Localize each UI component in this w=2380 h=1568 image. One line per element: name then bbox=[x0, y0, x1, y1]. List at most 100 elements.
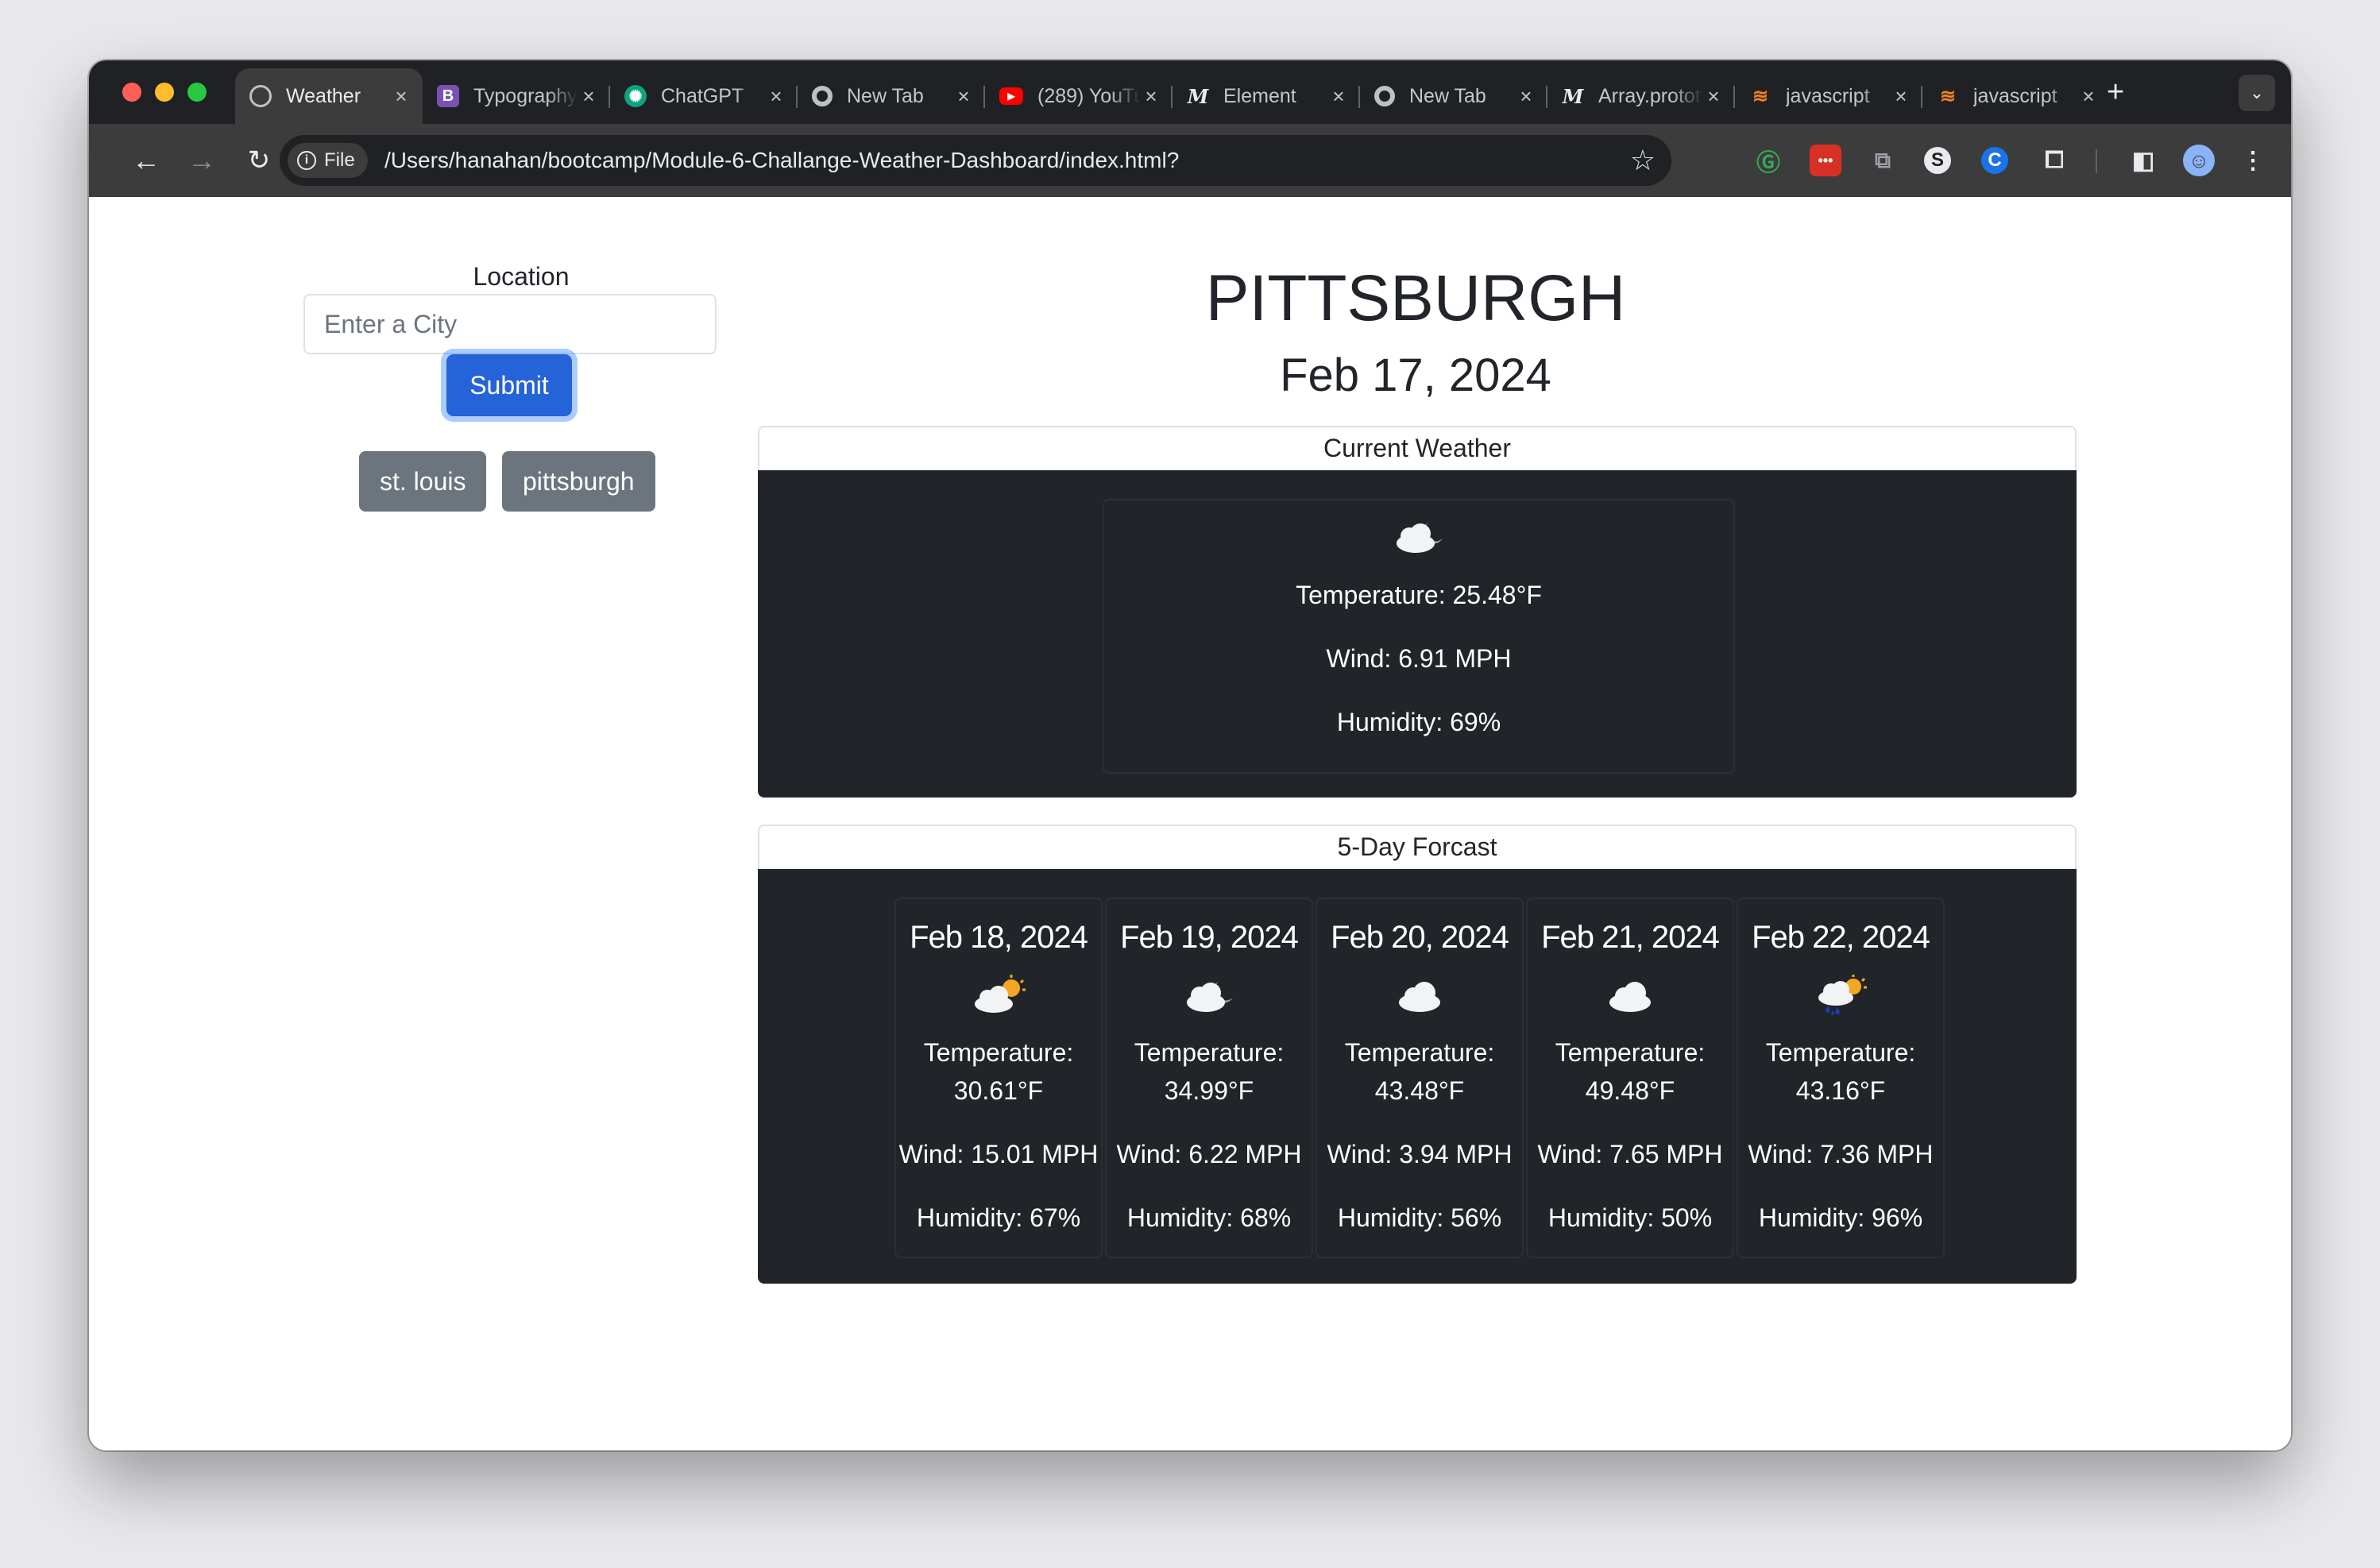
bookmark-star-icon[interactable]: ☆ bbox=[1630, 135, 1656, 186]
close-icon[interactable]: × bbox=[1703, 84, 1724, 109]
location-label: Location bbox=[473, 262, 570, 291]
new-tab-button[interactable]: + bbox=[2107, 77, 2124, 107]
close-icon[interactable]: × bbox=[578, 84, 599, 109]
tab-label: New Tab bbox=[847, 84, 924, 107]
current-temperature: Temperature: 25.48°F bbox=[1296, 581, 1542, 609]
forecast-wind: Wind: 7.36 MPH bbox=[1748, 1140, 1934, 1168]
forecast-humidity: Humidity: 96% bbox=[1758, 1203, 1923, 1232]
tab-strip: Weather × B Typography × ✺ ChatGPT × New… bbox=[89, 60, 2291, 124]
tab-weather[interactable]: Weather × bbox=[235, 68, 423, 124]
tab-label: Typography bbox=[473, 84, 578, 107]
copy-extension-icon[interactable]: ⧉ bbox=[1867, 145, 1899, 176]
tab-label: Array.prototype bbox=[1598, 84, 1703, 107]
tab-new-tab-2[interactable]: New Tab × bbox=[1360, 68, 1547, 124]
s-extension-icon[interactable]: S bbox=[1924, 147, 1951, 174]
tab-javascript[interactable]: ≋ javascript × bbox=[1735, 68, 1922, 124]
c-extension-icon[interactable]: C bbox=[1981, 147, 2008, 174]
forecast-temperature: 43.48°F bbox=[1374, 1076, 1465, 1105]
history-button-pittsburgh[interactable]: pittsburgh bbox=[502, 451, 655, 512]
mdn-icon: M bbox=[1187, 84, 1209, 108]
forecast-date: Feb 19, 2024 bbox=[1120, 920, 1299, 955]
site-info-label: File bbox=[324, 149, 355, 171]
current-weather-header: Current Weather bbox=[758, 426, 2077, 470]
close-icon[interactable]: × bbox=[1516, 84, 1536, 109]
tab-label: Weather bbox=[286, 84, 361, 107]
site-info-chip[interactable]: i File bbox=[288, 143, 368, 178]
tab-javascript-2[interactable]: ≋ javascript × bbox=[1922, 68, 2110, 124]
forecast-card: Feb 21, 2024 Temperature: 49.48°F Wind: … bbox=[1526, 898, 1734, 1258]
close-icon[interactable]: × bbox=[2078, 84, 2099, 109]
lastpass-icon[interactable]: ••• bbox=[1810, 145, 1841, 176]
globe-icon bbox=[249, 85, 272, 107]
close-icon[interactable]: × bbox=[1328, 84, 1349, 109]
cloud-icon bbox=[1609, 982, 1651, 1012]
tab-element[interactable]: M Element × bbox=[1173, 68, 1360, 124]
current-wind: Wind: 6.91 MPH bbox=[1326, 644, 1512, 673]
forecast-temperature: 34.99°F bbox=[1164, 1076, 1254, 1105]
close-icon[interactable]: × bbox=[953, 84, 974, 109]
close-icon[interactable]: × bbox=[391, 84, 411, 109]
page-content: Location Submit st. louis pittsburgh PIT… bbox=[89, 197, 2291, 1450]
browser-toolbar: ← → ↻ i File /Users/hanahan/bootcamp/Mod… bbox=[89, 124, 2291, 197]
forecast-temperature-label: Temperature: bbox=[1765, 1038, 1916, 1067]
info-icon: i bbox=[297, 151, 316, 170]
mdn-icon: M bbox=[1562, 84, 1584, 108]
tab-array-prototype[interactable]: M Array.prototype × bbox=[1547, 68, 1735, 124]
forecast-wind: Wind: 6.22 MPH bbox=[1116, 1140, 1302, 1168]
close-icon[interactable]: × bbox=[1891, 84, 1911, 109]
forecast-wind: Wind: 7.65 MPH bbox=[1537, 1140, 1723, 1168]
tab-youtube[interactable]: ▶ (289) YouTube × bbox=[985, 68, 1173, 124]
history-button-st-louis[interactable]: st. louis bbox=[359, 451, 487, 512]
current-weather-card: Temperature: 25.48°F Wind: 6.91 MPH Humi… bbox=[1103, 499, 1735, 774]
current-weather-panel: Temperature: 25.48°F Wind: 6.91 MPH Humi… bbox=[758, 470, 2077, 798]
tab-new-tab[interactable]: New Tab × bbox=[798, 68, 985, 124]
forecast-panel: Feb 18, 2024 Temperature: 30.61°F Wind: … bbox=[758, 869, 2077, 1284]
stackoverflow-icon: ≋ bbox=[1752, 85, 1769, 107]
forecast-header: 5-Day Forcast bbox=[758, 825, 2077, 869]
forecast-temperature: 43.16°F bbox=[1795, 1076, 1886, 1105]
reload-button[interactable]: ↻ bbox=[241, 143, 276, 178]
minimize-window-button[interactable] bbox=[155, 83, 174, 102]
forecast-temperature-label: Temperature: bbox=[1555, 1038, 1706, 1067]
toolbar-divider bbox=[2096, 149, 2097, 173]
browser-window: Weather × B Typography × ✺ ChatGPT × New… bbox=[89, 60, 2291, 1450]
close-icon[interactable]: × bbox=[766, 84, 786, 109]
close-window-button[interactable] bbox=[122, 83, 141, 102]
forecast-wind: Wind: 3.94 MPH bbox=[1327, 1140, 1513, 1168]
cloud-moon-icon bbox=[1187, 982, 1233, 1012]
extensions-puzzle-icon[interactable]: ⧠ bbox=[2038, 145, 2070, 176]
grammarly-icon[interactable]: Ⓖ bbox=[1752, 145, 1784, 176]
forecast-temperature-label: Temperature: bbox=[923, 1038, 1074, 1067]
forecast-date: Feb 18, 2024 bbox=[910, 920, 1088, 955]
forward-button[interactable]: → bbox=[184, 143, 219, 178]
tab-label: javascript bbox=[1973, 84, 2057, 107]
url-text[interactable]: /Users/hanahan/bootcamp/Module-6-Challan… bbox=[384, 135, 1179, 186]
forecast-humidity: Humidity: 67% bbox=[916, 1203, 1081, 1232]
city-title: PITTSBURGH bbox=[1205, 262, 1626, 334]
tab-label: javascript bbox=[1786, 84, 1870, 107]
more-menu-icon[interactable]: ⋮ bbox=[2237, 145, 2269, 176]
cloud-sun-icon bbox=[975, 975, 1026, 1013]
cloud-icon bbox=[1399, 982, 1440, 1012]
forecast-card: Feb 22, 2024 Temperature: 43.16°F Wind: … bbox=[1737, 898, 1945, 1258]
profile-avatar[interactable]: ☺ bbox=[2183, 145, 2215, 176]
forecast-card: Feb 19, 2024 Temperature: 34.99°F Wind: … bbox=[1105, 898, 1313, 1258]
forecast-humidity: Humidity: 68% bbox=[1126, 1203, 1292, 1232]
window-controls bbox=[122, 83, 207, 102]
city-search-input[interactable] bbox=[303, 294, 717, 354]
submit-button[interactable]: Submit bbox=[446, 354, 572, 416]
close-icon[interactable]: × bbox=[1141, 84, 1161, 109]
chatgpt-icon: ✺ bbox=[624, 85, 647, 107]
address-bar[interactable]: i File /Users/hanahan/bootcamp/Module-6-… bbox=[280, 135, 1671, 186]
back-button[interactable]: ← bbox=[129, 143, 164, 178]
tab-label: New Tab bbox=[1409, 84, 1486, 107]
tab-chatgpt[interactable]: ✺ ChatGPT × bbox=[610, 68, 798, 124]
forecast-card: Feb 20, 2024 Temperature: 43.48°F Wind: … bbox=[1316, 898, 1524, 1258]
zoom-window-button[interactable] bbox=[187, 83, 207, 102]
current-date: Feb 17, 2024 bbox=[1280, 350, 1551, 401]
tab-typography[interactable]: B Typography × bbox=[423, 68, 610, 124]
side-panel-icon[interactable]: ◧ bbox=[2127, 145, 2159, 176]
tab-search-button[interactable]: ⌄ bbox=[2239, 75, 2275, 111]
tab-label: Element bbox=[1223, 84, 1296, 107]
tab-list: Weather × B Typography × ✺ ChatGPT × New… bbox=[235, 68, 2110, 124]
